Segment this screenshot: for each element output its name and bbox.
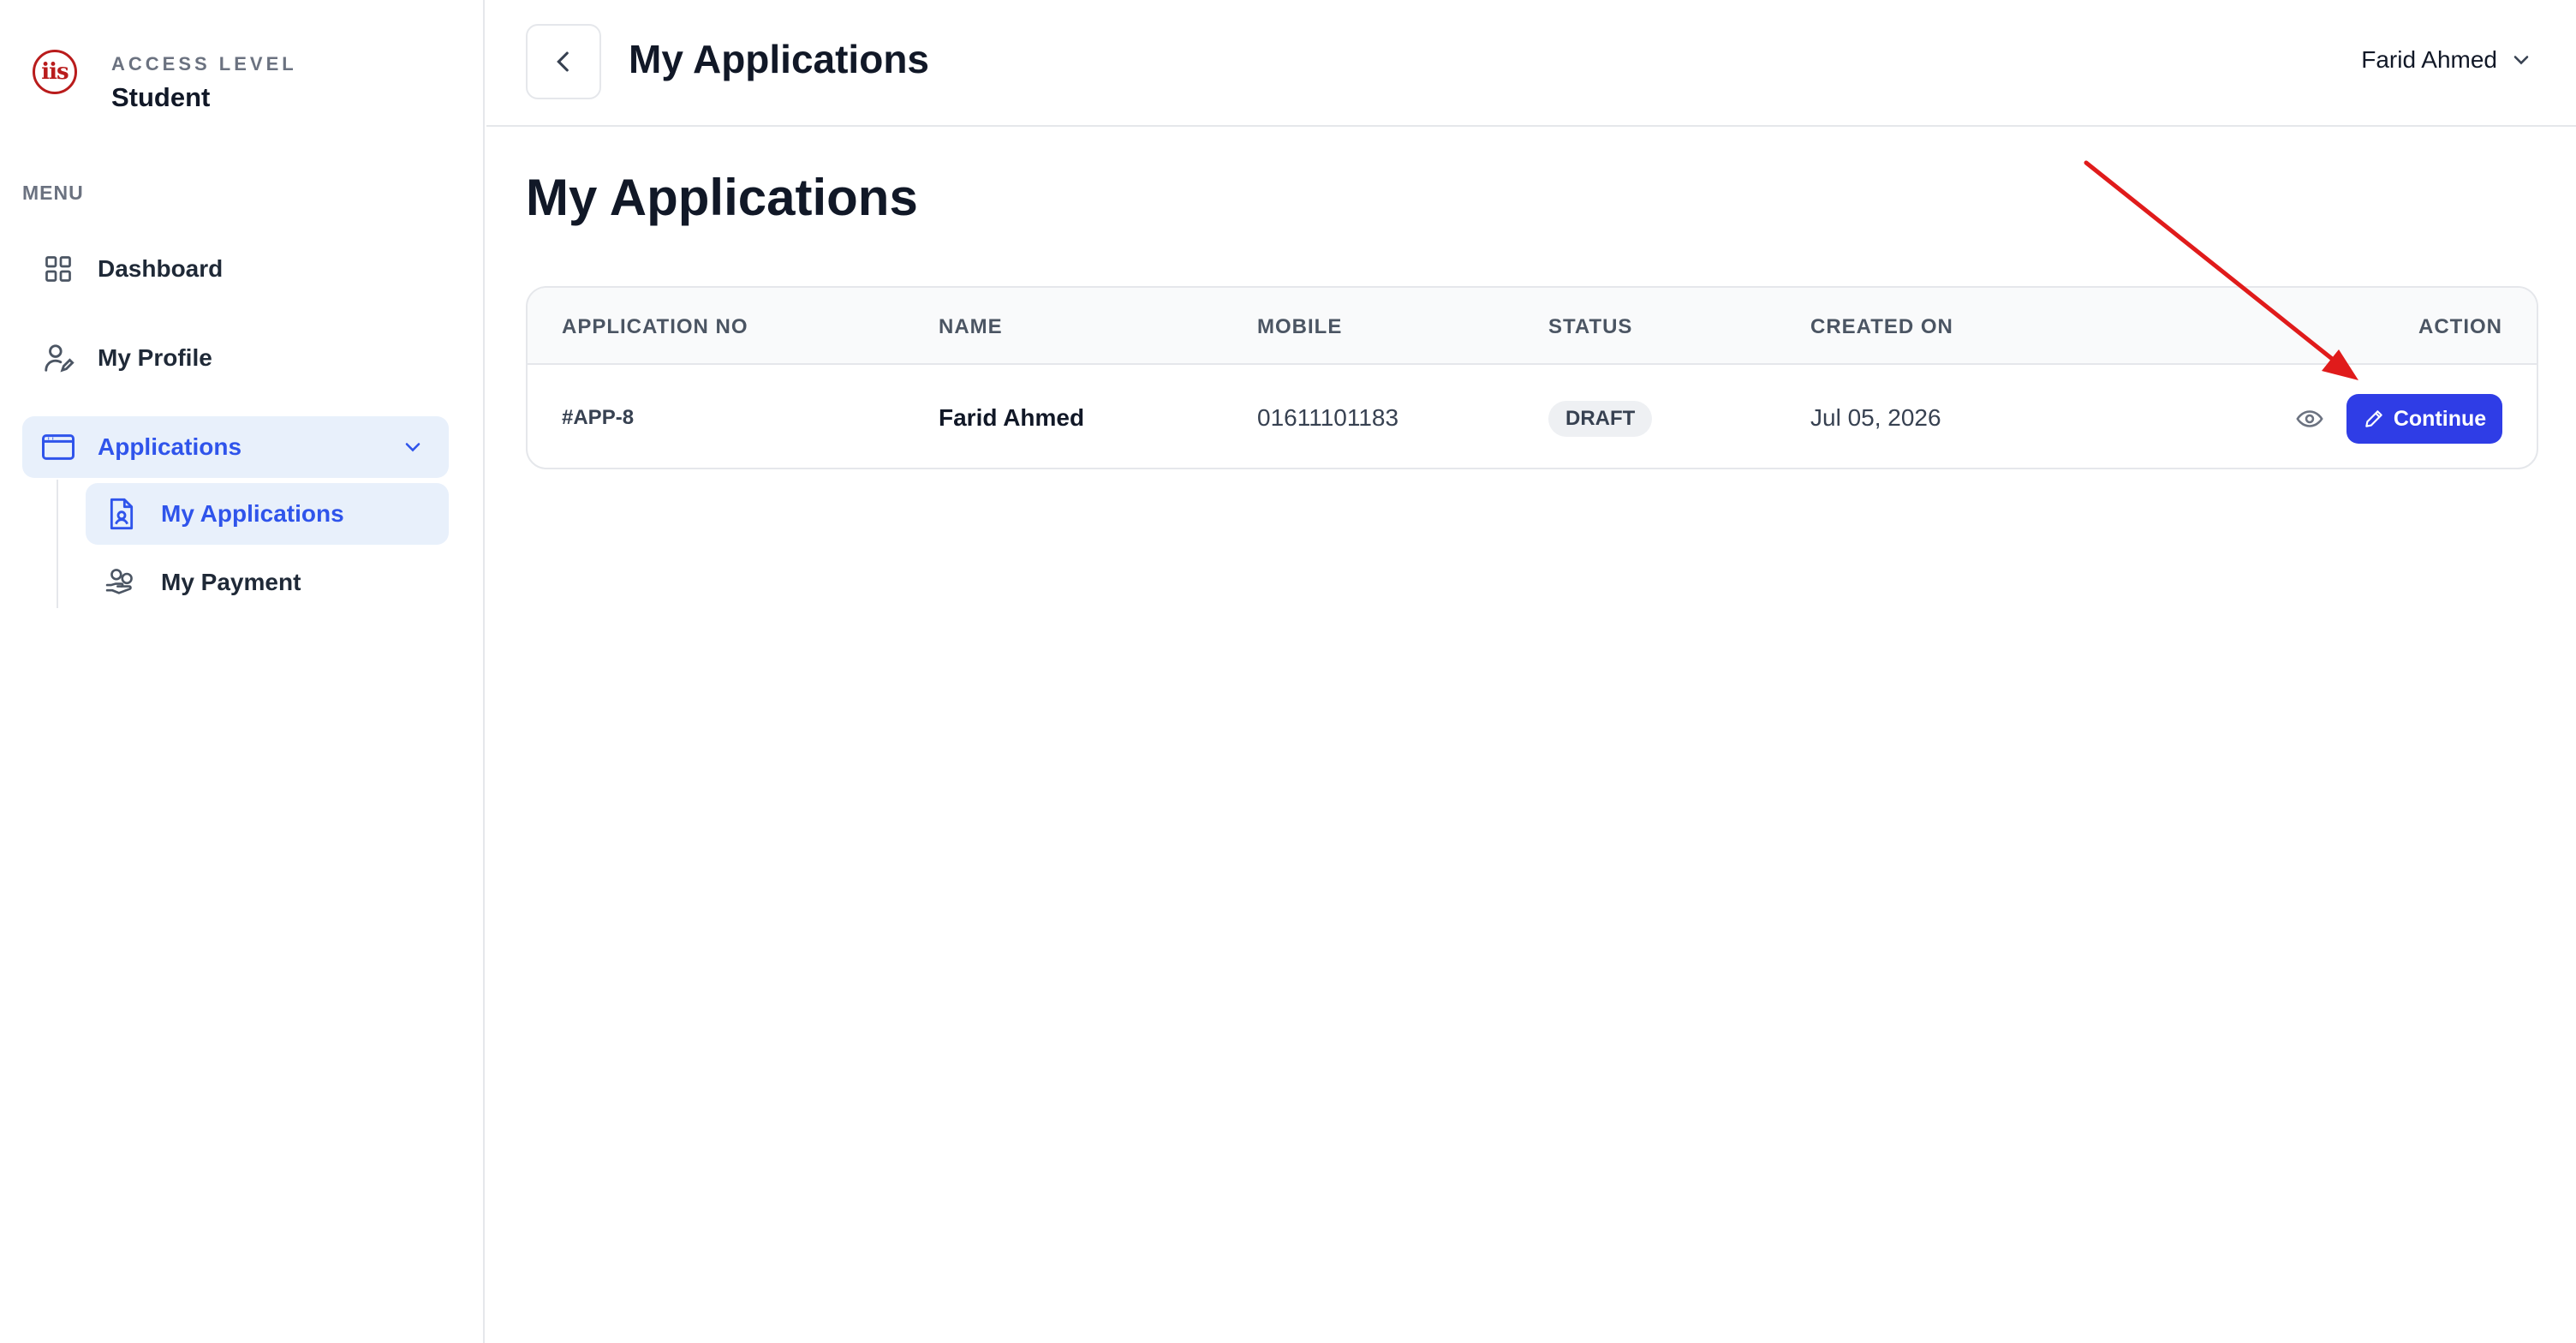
sidebar-item-applications[interactable]: Applications [22, 416, 449, 478]
header-title: My Applications [629, 37, 929, 81]
sidebar-item-label: Dashboard [98, 255, 224, 282]
column-header-mobile: MOBILE [1257, 315, 1343, 338]
status-badge: DRAFT [1548, 401, 1653, 437]
column-header-created-on: CREATED ON [1810, 315, 1953, 338]
logo[interactable]: iis [33, 50, 77, 94]
column-header-action: ACTION [2418, 315, 2502, 338]
application-no-cell: #APP-8 [562, 406, 635, 429]
sidebar-item-label: My Payment [161, 569, 301, 595]
browser-window-icon [39, 428, 77, 466]
user-menu[interactable]: Farid Ahmed [2361, 46, 2533, 74]
name-cell: Farid Ahmed [939, 404, 1085, 431]
sidebar-item-label: My Applications [161, 500, 344, 527]
sidebar: iis ACCESS LEVEL Student MENU Dashboard … [0, 0, 485, 1343]
sidebar-item-my-applications[interactable]: My Applications [86, 483, 449, 545]
access-level-value: Student [111, 82, 211, 112]
user-name: Farid Ahmed [2361, 46, 2497, 73]
brand: iis ACCESS LEVEL Student [33, 50, 294, 112]
continue-button[interactable]: Continue [2346, 394, 2502, 444]
sidebar-item-dashboard[interactable]: Dashboard [22, 238, 449, 300]
access-level-label: ACCESS LEVEL [111, 53, 297, 75]
column-header-application-no: APPLICATION NO [562, 315, 748, 338]
table-row: #APP-8 Farid Ahmed 01611101183 DRAFT Jul… [528, 367, 2537, 468]
chevron-down-icon [2513, 56, 2529, 65]
page-title: My Applications [526, 169, 918, 226]
user-edit-icon [39, 339, 77, 377]
grid-icon [39, 250, 77, 288]
pencil-icon [2365, 410, 2382, 427]
menu-label: MENU [22, 182, 84, 204]
sidebar-item-my-profile[interactable]: My Profile [22, 327, 449, 389]
sidebar-item-my-payment[interactable]: My Payment [86, 552, 449, 613]
chevron-down-icon[interactable] [401, 435, 425, 463]
sidebar-item-label: My Profile [98, 344, 212, 371]
top-header: My Applications Farid Ahmed [486, 0, 2576, 127]
hand-coins-icon [103, 564, 140, 601]
continue-button-label: Continue [2393, 406, 2487, 431]
table-header: APPLICATION NO NAME MOBILE STATUS CREATE… [528, 288, 2537, 365]
back-button[interactable] [526, 24, 601, 99]
chevron-left-icon [557, 51, 569, 72]
document-user-icon [103, 495, 140, 533]
access-level: ACCESS LEVEL Student [111, 53, 297, 113]
column-header-status: STATUS [1548, 315, 1633, 338]
mobile-cell: 01611101183 [1257, 404, 1399, 431]
created-on-cell: Jul 05, 2026 [1810, 404, 1941, 431]
subnav-line [57, 480, 58, 608]
sidebar-item-label: Applications [98, 433, 242, 460]
column-header-name: NAME [939, 315, 1003, 338]
applications-table: APPLICATION NO NAME MOBILE STATUS CREATE… [526, 286, 2538, 469]
view-icon[interactable] [2295, 404, 2324, 438]
